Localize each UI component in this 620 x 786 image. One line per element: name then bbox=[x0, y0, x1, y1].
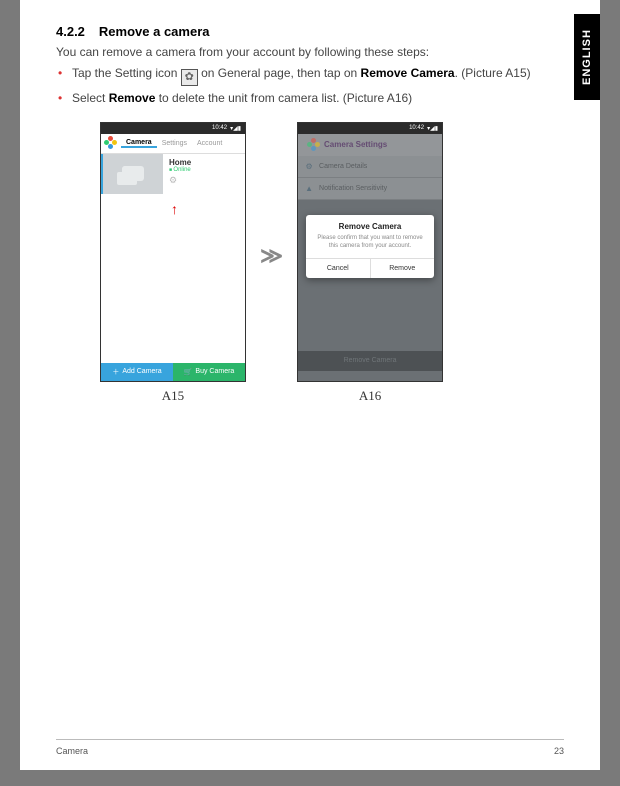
intro-text: You can remove a camera from your accoun… bbox=[56, 45, 564, 59]
section-title: Remove a camera bbox=[99, 24, 210, 39]
cart-icon: 🛒 bbox=[184, 368, 193, 376]
app-logo-icon bbox=[308, 139, 319, 150]
camera-name: Home bbox=[169, 158, 239, 167]
status-icons-b: ▾◢▮ bbox=[427, 125, 438, 132]
page-number: 23 bbox=[554, 746, 564, 756]
row-camera-details[interactable]: ⚙ Camera Details bbox=[298, 156, 442, 178]
callout-arrow-icon: ↑ bbox=[171, 201, 178, 217]
row-notification-sensitivity[interactable]: ▲ Notification Sensitivity bbox=[298, 178, 442, 200]
camera-status: Online bbox=[169, 167, 239, 173]
status-icons: ▾◢▮ bbox=[230, 125, 241, 132]
dialog-message: Please confirm that you want to remove t… bbox=[306, 235, 434, 259]
figure-a16: 10:42 ▾◢▮ Camera Settings ⚙ Camera Detai… bbox=[297, 122, 443, 404]
header-title: Camera Settings bbox=[324, 140, 387, 149]
plus-icon: ＋ bbox=[112, 367, 119, 377]
status-time: 10:42 bbox=[212, 125, 227, 131]
section-heading: 4.2.2 Remove a camera bbox=[56, 24, 564, 39]
gear-icon: ⚙ bbox=[304, 161, 314, 171]
tab-camera[interactable]: Camera bbox=[121, 139, 157, 148]
tab-settings[interactable]: Settings bbox=[157, 140, 192, 147]
dialog-title: Remove Camera bbox=[306, 215, 434, 235]
dialog-buttons: Cancel Remove bbox=[306, 258, 434, 278]
page-footer: Camera 23 bbox=[56, 739, 564, 756]
remove-camera-bar[interactable]: Remove Camera bbox=[298, 351, 442, 371]
app-logo-icon bbox=[105, 137, 117, 149]
steps-list: Tap the Setting icon ✿ on General page, … bbox=[56, 65, 564, 108]
gear-icon: ✿ bbox=[181, 69, 198, 86]
caption-a15: A15 bbox=[162, 388, 184, 404]
figure-a15: 10:42 ▾◢▮ Camera Settings Account Home O… bbox=[100, 122, 246, 404]
caption-a16: A16 bbox=[359, 388, 381, 404]
camera-info: Home Online ⚙ bbox=[163, 154, 245, 194]
tab-account[interactable]: Account bbox=[192, 140, 227, 147]
phone-a15: 10:42 ▾◢▮ Camera Settings Account Home O… bbox=[100, 122, 246, 382]
figures-row: 10:42 ▾◢▮ Camera Settings Account Home O… bbox=[56, 122, 564, 404]
status-time-b: 10:42 bbox=[409, 125, 424, 131]
language-tab: ENGLISH bbox=[574, 14, 600, 100]
status-bar-b: 10:42 ▾◢▮ bbox=[298, 123, 442, 134]
camera-settings-icon[interactable]: ⚙ bbox=[169, 175, 239, 186]
section-number: 4.2.2 bbox=[56, 24, 85, 39]
status-bar: 10:42 ▾◢▮ bbox=[101, 123, 245, 134]
camera-row[interactable]: Home Online ⚙ bbox=[101, 154, 245, 194]
bottom-bar: ＋Add Camera 🛒Buy Camera bbox=[101, 363, 245, 381]
camera-thumbnail bbox=[103, 154, 163, 194]
cancel-button[interactable]: Cancel bbox=[306, 259, 370, 278]
step-1: Tap the Setting icon ✿ on General page, … bbox=[58, 65, 564, 86]
phone-a16: 10:42 ▾◢▮ Camera Settings ⚙ Camera Detai… bbox=[297, 122, 443, 382]
manual-page: ENGLISH 4.2.2 Remove a camera You can rem… bbox=[20, 0, 600, 770]
remove-button[interactable]: Remove bbox=[370, 259, 435, 278]
remove-camera-dialog: Remove Camera Please confirm that you wa… bbox=[306, 215, 434, 279]
top-tabs: Camera Settings Account bbox=[101, 134, 245, 154]
settings-header: Camera Settings bbox=[298, 134, 442, 156]
chevron-right-icon: ≫ bbox=[260, 243, 283, 269]
add-camera-button[interactable]: ＋Add Camera bbox=[101, 363, 173, 381]
step-2: Select Remove to delete the unit from ca… bbox=[58, 90, 564, 107]
footer-section: Camera bbox=[56, 746, 88, 756]
buy-camera-button[interactable]: 🛒Buy Camera bbox=[173, 363, 245, 381]
bell-icon: ▲ bbox=[304, 183, 314, 193]
content-area: 4.2.2 Remove a camera You can remove a ca… bbox=[20, 0, 600, 404]
